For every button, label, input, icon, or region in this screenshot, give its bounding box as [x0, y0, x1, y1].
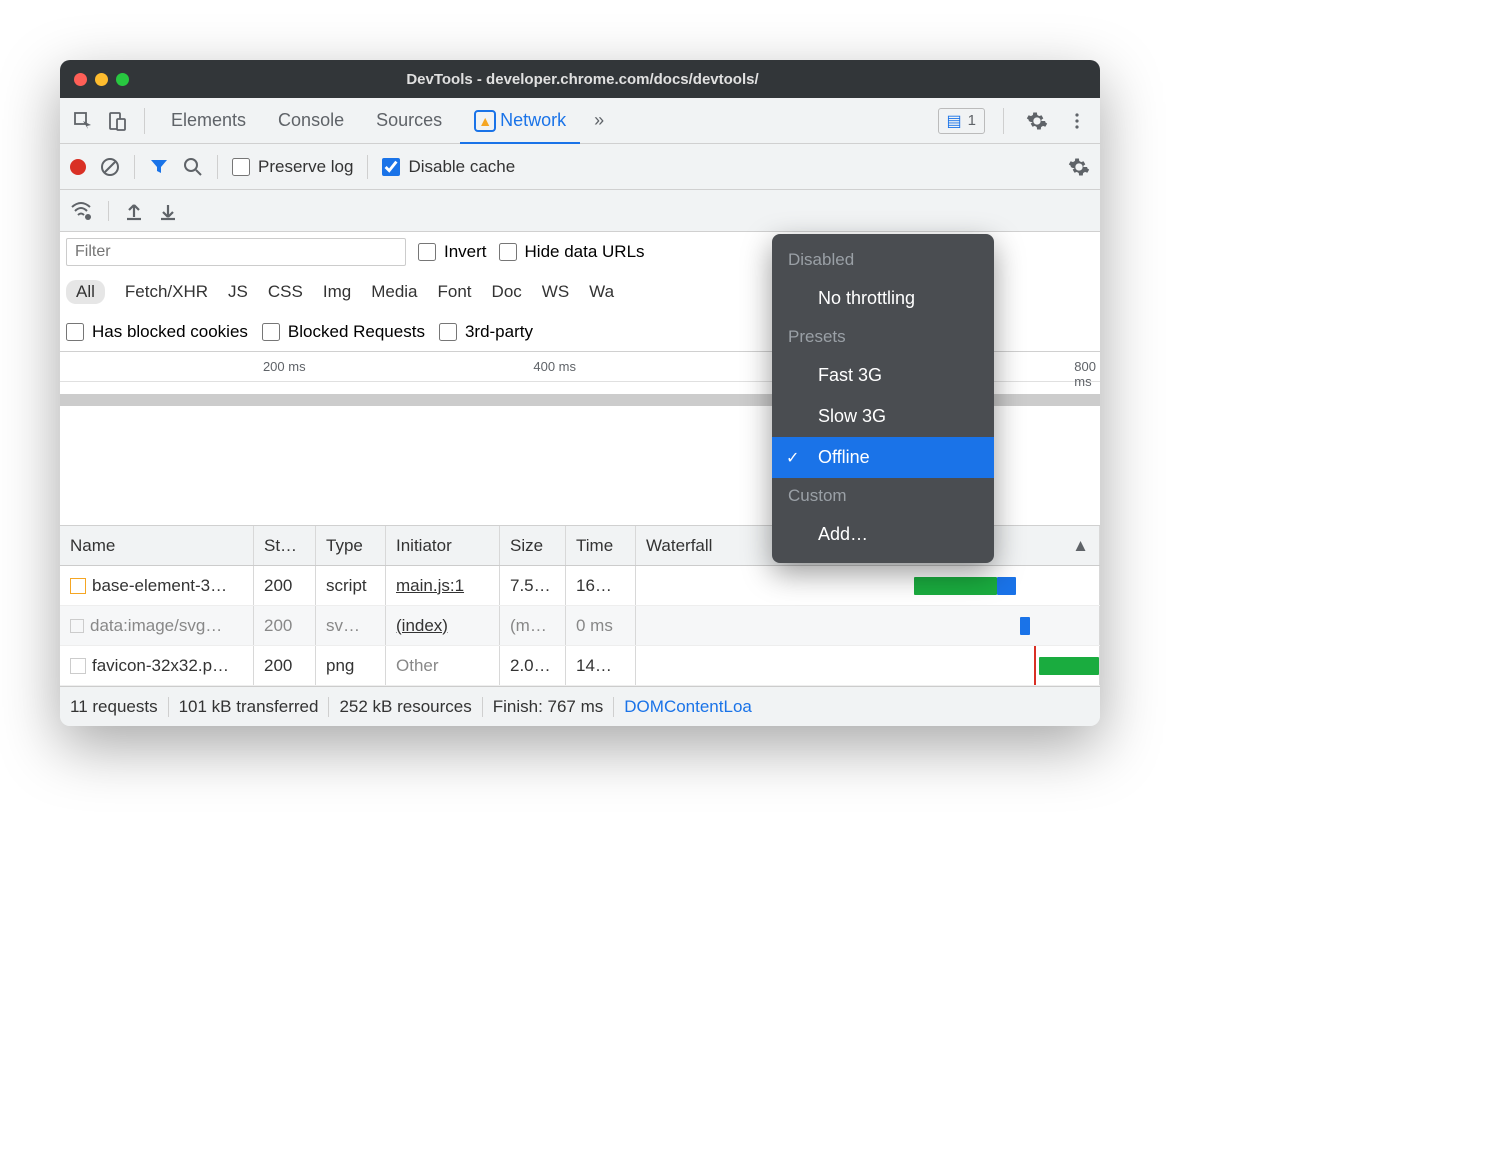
network-toolbar: Preserve log Disable cache [60, 144, 1100, 190]
third-party-checkbox[interactable]: 3rd-party [439, 322, 533, 342]
issues-icon: ▤ [947, 111, 962, 131]
titlebar: DevTools - developer.chrome.com/docs/dev… [60, 60, 1100, 98]
dropdown-item-add[interactable]: Add… [772, 514, 994, 555]
status-dcl: DOMContentLoa [624, 697, 752, 717]
search-icon[interactable] [183, 157, 203, 177]
filter-input[interactable] [66, 238, 406, 266]
dropdown-section-presets: Presets [772, 319, 994, 355]
filter-type-fetch-xhr[interactable]: Fetch/XHR [125, 282, 208, 302]
check-icon: ✓ [786, 448, 799, 468]
divider [108, 201, 109, 221]
initiator-link[interactable]: (index) [396, 616, 448, 636]
disable-cache-checkbox[interactable]: Disable cache [382, 157, 515, 177]
waterfall-bar [1020, 617, 1029, 635]
file-image-icon [70, 619, 84, 633]
row-load-marker [1034, 646, 1036, 685]
import-icon[interactable] [125, 201, 143, 221]
waterfall-bar [997, 577, 1016, 595]
device-toggle-icon[interactable] [102, 106, 132, 136]
initiator-text: Other [396, 656, 439, 676]
table-row[interactable]: favicon-32x32.p… 200 png Other 2.0… 14… [60, 646, 1100, 686]
throttling-dropdown: Disabled No throttling Presets Fast 3G S… [772, 234, 994, 563]
waterfall-bar [914, 577, 997, 595]
col-status[interactable]: St… [254, 526, 316, 565]
table-row[interactable]: data:image/svg… 200 sv… (index) (m… 0 ms [60, 606, 1100, 646]
col-name[interactable]: Name [60, 526, 254, 565]
dropdown-item-offline[interactable]: ✓ Offline [772, 437, 994, 478]
kebab-menu-icon[interactable] [1062, 106, 1092, 136]
col-time[interactable]: Time [566, 526, 636, 565]
has-blocked-cookies-checkbox[interactable]: Has blocked cookies [66, 322, 248, 342]
divider [144, 108, 145, 134]
tab-sources[interactable]: Sources [362, 98, 456, 144]
col-initiator[interactable]: Initiator [386, 526, 500, 565]
filter-type-wasm[interactable]: Wa [589, 282, 614, 302]
col-type[interactable]: Type [316, 526, 386, 565]
status-finish: Finish: 767 ms [493, 697, 604, 717]
network-toolbar-2 [60, 190, 1100, 232]
divider [367, 155, 368, 179]
filter-type-all[interactable]: All [66, 280, 105, 304]
blocked-requests-checkbox[interactable]: Blocked Requests [262, 322, 425, 342]
filter-type-ws[interactable]: WS [542, 282, 569, 302]
warning-icon: ▲ [474, 110, 496, 132]
inspect-icon[interactable] [68, 106, 98, 136]
initiator-link[interactable]: main.js:1 [396, 576, 464, 596]
issues-count: 1 [968, 112, 976, 129]
divider [134, 155, 135, 179]
tick-label: 400 ms [533, 359, 580, 374]
settings-icon[interactable] [1022, 106, 1052, 136]
waterfall-bar [1039, 657, 1099, 675]
tick-label: 200 ms [263, 359, 310, 374]
tab-console[interactable]: Console [264, 98, 358, 144]
network-conditions-icon[interactable] [70, 200, 92, 222]
filter-type-doc[interactable]: Doc [492, 282, 522, 302]
tab-elements[interactable]: Elements [157, 98, 260, 144]
hide-data-urls-checkbox[interactable]: Hide data URLs [499, 242, 645, 262]
table-row[interactable]: base-element-3… 200 script main.js:1 7.5… [60, 566, 1100, 606]
window-title: DevTools - developer.chrome.com/docs/dev… [79, 71, 1086, 88]
divider [1003, 108, 1004, 134]
dropdown-section-custom: Custom [772, 478, 994, 514]
sort-asc-icon: ▲ [1072, 536, 1089, 556]
issues-button[interactable]: ▤ 1 [938, 108, 985, 134]
filter-type-js[interactable]: JS [228, 282, 248, 302]
status-requests: 11 requests [70, 697, 158, 717]
more-tabs-icon[interactable]: » [584, 110, 614, 131]
status-transferred: 101 kB transferred [179, 697, 319, 717]
tick-label: 800 ms [1074, 359, 1100, 389]
tab-network[interactable]: ▲ Network [460, 98, 580, 144]
record-button[interactable] [70, 159, 86, 175]
filter-type-font[interactable]: Font [438, 282, 472, 302]
dropdown-item-slow-3g[interactable]: Slow 3G [772, 396, 994, 437]
main-tabs-bar: Elements Console Sources ▲ Network » ▤ 1 [60, 98, 1100, 144]
invert-checkbox[interactable]: Invert [418, 242, 487, 262]
filter-type-css[interactable]: CSS [268, 282, 303, 302]
network-settings-icon[interactable] [1068, 156, 1090, 178]
filter-type-img[interactable]: Img [323, 282, 351, 302]
status-resources: 252 kB resources [339, 697, 471, 717]
file-script-icon [70, 578, 86, 594]
export-icon[interactable] [159, 201, 177, 221]
dropdown-section-disabled: Disabled [772, 242, 994, 278]
dropdown-item-fast-3g[interactable]: Fast 3G [772, 355, 994, 396]
clear-icon[interactable] [100, 157, 120, 177]
divider [217, 155, 218, 179]
status-bar: 11 requests 101 kB transferred 252 kB re… [60, 686, 1100, 726]
file-image-icon [70, 658, 86, 674]
filter-type-media[interactable]: Media [371, 282, 417, 302]
col-size[interactable]: Size [500, 526, 566, 565]
dropdown-item-no-throttling[interactable]: No throttling [772, 278, 994, 319]
preserve-log-checkbox[interactable]: Preserve log [232, 157, 353, 177]
filter-icon[interactable] [149, 157, 169, 177]
devtools-window: DevTools - developer.chrome.com/docs/dev… [60, 60, 1100, 726]
